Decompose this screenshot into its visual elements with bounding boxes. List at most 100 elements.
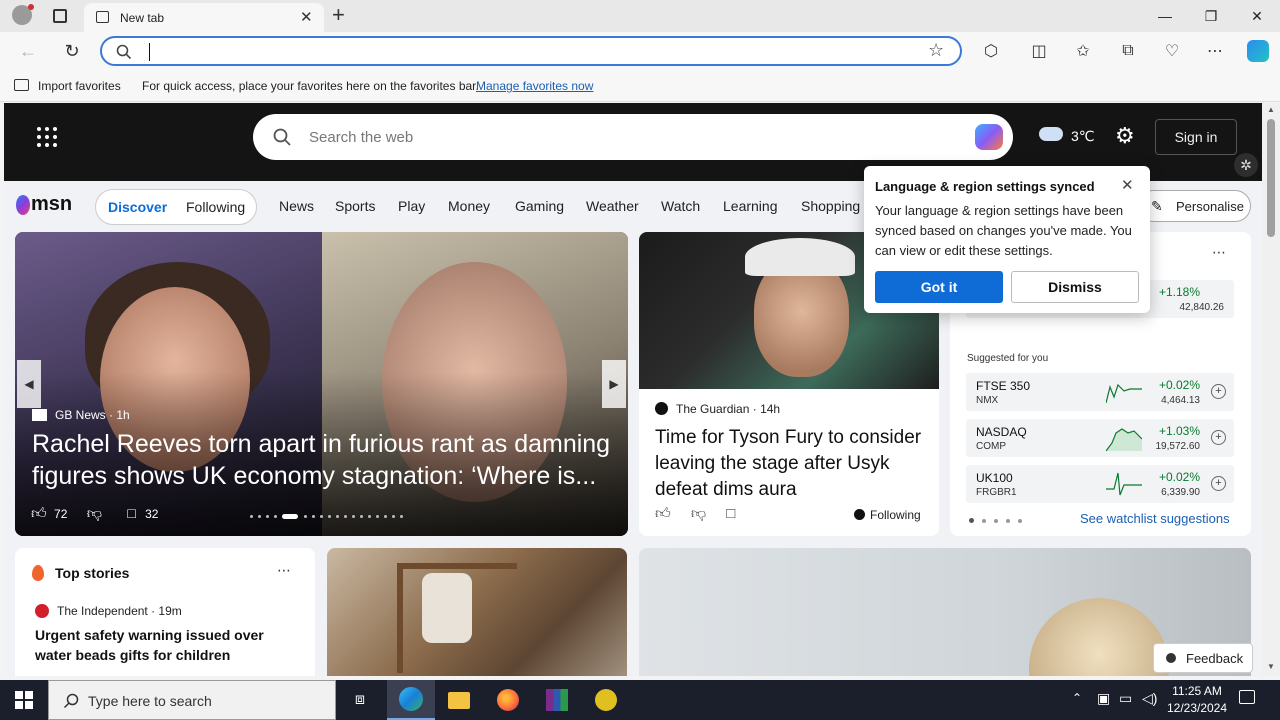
add-stock-button[interactable]: +	[1211, 476, 1226, 491]
taskbar-search-box[interactable]: Type here to search	[48, 680, 336, 720]
stock-row-nasdaq[interactable]: NASDAQ COMP +1.03% 19,572.60 +	[966, 419, 1234, 457]
new-tab-button[interactable]: +	[332, 2, 345, 28]
start-button[interactable]	[0, 680, 48, 720]
like-icon[interactable]: 👍︎	[655, 505, 671, 522]
page-scrollbar[interactable]: ▲ ▼	[1262, 103, 1280, 676]
collections-icon[interactable]: ⧉	[1117, 40, 1139, 62]
watchlist-pager[interactable]	[969, 518, 1029, 524]
carousel-dots[interactable]	[250, 514, 403, 520]
hero-age: 1h	[116, 408, 130, 422]
feedback-button[interactable]: Feedback	[1153, 643, 1253, 673]
personalise-button[interactable]: ✎ Personalise	[1138, 190, 1251, 222]
tray-volume-icon[interactable]: ◁)	[1142, 690, 1157, 707]
top-stories-more-icon[interactable]: ⋯	[277, 562, 291, 579]
import-favorites-link[interactable]: Import favorites	[38, 79, 121, 93]
see-watchlist-suggestions-link[interactable]: See watchlist suggestions	[1080, 511, 1230, 526]
hero-carousel[interactable]: ◀ ▶ GB News · 1h Rachel Reeves torn apar…	[15, 232, 628, 536]
extensions-icon[interactable]: ⬡	[980, 40, 1002, 62]
tab-following[interactable]: Following	[186, 199, 245, 215]
stock-value: 4,464.13	[1161, 395, 1200, 406]
browser-essentials-icon[interactable]: ♡	[1161, 40, 1183, 62]
minimize-button[interactable]: —	[1142, 0, 1188, 32]
tray-network-icon[interactable]: ▣	[1097, 690, 1110, 707]
stock-row-uk100[interactable]: UK100 FRGBR1 +0.02% 6,339.90 +	[966, 465, 1234, 503]
file-explorer-taskbar-icon[interactable]	[435, 680, 483, 720]
add-stock-button[interactable]: +	[1211, 430, 1226, 445]
independent-logo-icon	[35, 604, 49, 618]
story-headline[interactable]: Urgent safety warning issued over water …	[35, 625, 300, 665]
dislike-icon[interactable]: 👎︎	[691, 505, 706, 522]
edge-taskbar-icon[interactable]	[387, 680, 435, 720]
msn-logo[interactable]: msn	[31, 193, 72, 216]
taskbar-search-input[interactable]: Type here to search	[88, 693, 212, 709]
apps-grid-icon[interactable]	[37, 127, 57, 147]
scroll-down-icon[interactable]: ▼	[1267, 662, 1275, 671]
like-icon[interactable]: 👍︎	[31, 505, 47, 522]
hero-source[interactable]: GB News · 1h	[32, 408, 130, 422]
favorite-star-icon[interactable]: ☆	[928, 40, 944, 61]
copilot-icon[interactable]	[975, 124, 1003, 150]
tray-chevron-icon[interactable]: ⌃	[1072, 691, 1082, 705]
refresh-icon[interactable]: ↻	[61, 40, 83, 62]
nav-play[interactable]: Play	[398, 198, 425, 214]
nav-sports[interactable]: Sports	[335, 198, 375, 214]
tab-actions-icon[interactable]	[53, 9, 67, 23]
scroll-up-icon[interactable]: ▲	[1267, 105, 1275, 114]
dismiss-button[interactable]: Dismiss	[1011, 271, 1139, 303]
web-search-box[interactable]: Search the web	[253, 114, 1013, 160]
comment-icon[interactable]: □	[127, 505, 135, 521]
web-search-input[interactable]: Search the web	[309, 129, 413, 146]
restore-button[interactable]: ❐	[1188, 0, 1234, 32]
more-menu-icon[interactable]: ⋯	[1204, 40, 1226, 62]
taskbar-clock[interactable]: 11:25 AM 12/23/2024	[1166, 683, 1228, 717]
weather-temp[interactable]: 3℃	[1071, 128, 1095, 145]
import-favorites-icon	[14, 79, 29, 91]
article-source[interactable]: The Guardian · 14h	[655, 402, 780, 416]
address-bar[interactable]: ☆	[100, 36, 962, 66]
tab-discover[interactable]: Discover	[108, 199, 167, 215]
carousel-prev-button[interactable]: ◀	[17, 360, 41, 408]
tab-close-icon[interactable]: ✕	[300, 8, 313, 26]
nav-watch[interactable]: Watch	[661, 198, 700, 214]
copilot-icon[interactable]	[1247, 40, 1269, 62]
nav-weather[interactable]: Weather	[586, 198, 639, 214]
app-taskbar-icon[interactable]	[582, 680, 630, 720]
stock-row-ftse350[interactable]: FTSE 350 NMX +0.02% 4,464.13 +	[966, 373, 1234, 411]
close-window-button[interactable]: ✕	[1234, 0, 1280, 32]
manage-favorites-link[interactable]: Manage favorites now	[476, 79, 593, 93]
article-headline[interactable]: Time for Tyson Fury to consider leaving …	[655, 425, 925, 503]
scrollbar-thumb[interactable]	[1267, 119, 1275, 237]
favorites-icon[interactable]: ✩	[1072, 40, 1094, 62]
story-source[interactable]: The Independent · 19m	[35, 604, 182, 618]
background-theme-icon[interactable]: ✲	[1234, 153, 1258, 177]
nav-learning[interactable]: Learning	[723, 198, 778, 214]
firefox-taskbar-icon[interactable]	[484, 680, 532, 720]
nav-gaming[interactable]: Gaming	[515, 198, 564, 214]
carousel-next-button[interactable]: ▶	[602, 360, 626, 408]
dislike-icon[interactable]: 👎︎	[87, 505, 102, 522]
notification-center-icon[interactable]	[1239, 690, 1255, 704]
stairlift-image-card[interactable]	[327, 548, 627, 676]
tab-new-tab[interactable]: New tab ✕	[84, 3, 324, 32]
watchlist-more-icon[interactable]: ⋯	[1212, 244, 1226, 261]
split-screen-icon[interactable]: ◫	[1028, 40, 1050, 62]
task-view-button[interactable]: ⧈	[336, 680, 384, 720]
nav-shopping[interactable]: Shopping	[801, 198, 860, 214]
weather-cloud-icon[interactable]	[1039, 127, 1063, 141]
got-it-button[interactable]: Got it	[875, 271, 1003, 303]
top-stock-value: 42,840.26	[1179, 302, 1225, 313]
top-stock-change: +1.18%	[1158, 285, 1200, 299]
nav-money[interactable]: Money	[448, 198, 490, 214]
comment-icon[interactable]: □	[726, 505, 735, 522]
hero-headline[interactable]: Rachel Reeves torn apart in furious rant…	[32, 428, 622, 492]
nav-news[interactable]: News	[279, 198, 314, 214]
back-arrow-icon[interactable]: ←	[17, 40, 39, 62]
address-input[interactable]	[149, 43, 849, 61]
following-badge[interactable]: Following	[854, 508, 921, 522]
sign-in-button[interactable]: Sign in	[1155, 119, 1237, 155]
winrar-taskbar-icon[interactable]	[533, 680, 581, 720]
add-stock-button[interactable]: +	[1211, 384, 1226, 399]
tray-wifi-icon[interactable]: ▭	[1119, 690, 1132, 707]
popup-close-icon[interactable]: ✕	[1121, 176, 1134, 194]
settings-gear-icon[interactable]: ⚙	[1115, 123, 1135, 149]
